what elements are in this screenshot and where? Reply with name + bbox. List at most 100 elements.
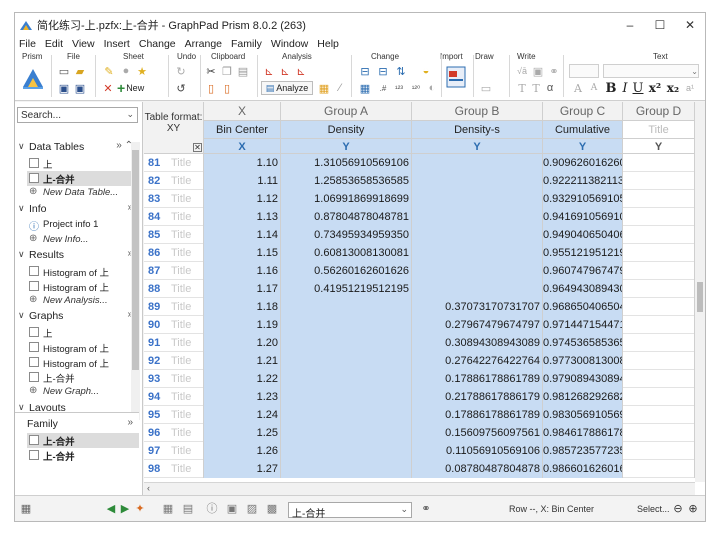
bold-icon[interactable]: B [605,81,617,96]
data-cell[interactable] [412,280,543,298]
transform-icon[interactable]: ▦ [357,81,373,95]
column-group-header[interactable]: Group C [543,102,623,120]
row-number[interactable]: 93 [144,370,168,388]
data-cell[interactable]: 1.18 [204,298,281,316]
row-number[interactable]: 95 [144,406,168,424]
draw-shape-icon[interactable]: ▭ [479,81,493,95]
section-family[interactable]: Family » [15,417,139,432]
row-title-cell[interactable]: Title [168,208,204,226]
font-name-box[interactable] [569,64,599,78]
search-input[interactable]: Search... ⌄ [17,107,138,123]
data-cell[interactable]: 1.16 [204,262,281,280]
data-cell[interactable] [412,154,543,172]
nav-item-graph[interactable]: 上-合并 [27,370,139,385]
font-grow-icon[interactable]: A [571,81,585,95]
menu-help[interactable]: Help [317,38,339,50]
nav-previous-icon[interactable]: ◀ [105,501,117,515]
row-number[interactable]: 92 [144,352,168,370]
data-cell[interactable]: 0.90962601626016 [543,154,623,172]
empty-cell[interactable] [623,442,695,460]
data-cell[interactable] [281,352,412,370]
link-icon[interactable]: ⚭ [419,501,433,515]
write-image-icon[interactable]: ▣ [531,64,545,78]
clipboard-icon[interactable]: ▯ [204,81,218,95]
view-graph-icon[interactable]: ▨ [245,501,259,515]
chevron-down-icon[interactable]: ∨ [18,310,25,321]
row-title-cell[interactable]: Title [168,442,204,460]
data-cell[interactable] [412,172,543,190]
row-title-cell[interactable]: Title [168,424,204,442]
open-folder-icon[interactable]: ▰ [73,64,87,78]
data-cell[interactable]: 0.08780487804878 [412,460,543,478]
data-cell[interactable]: 0.96865040650407 [543,298,623,316]
close-button[interactable]: ✕ [675,13,705,37]
data-cell[interactable]: 0.94169105691057 [543,208,623,226]
data-cell[interactable]: 0.97453658536585 [543,334,623,352]
row-title-cell[interactable]: Title [168,334,204,352]
row-title-cell[interactable]: Title [168,316,204,334]
nav-item-graph[interactable]: Histogram of 上 [27,340,139,355]
data-cell[interactable] [281,406,412,424]
data-cell[interactable] [281,424,412,442]
nav-item-results[interactable]: Histogram of 上 [27,279,139,294]
row-number[interactable]: 96 [144,424,168,442]
sort-numeric-icon[interactable]: ¹²³ [391,81,407,95]
row-title-cell[interactable]: Title [168,244,204,262]
save-icon[interactable]: ▣ [57,81,71,95]
insert-column-icon[interactable]: ⊟ [375,64,391,78]
data-cell[interactable]: 1.23 [204,388,281,406]
delete-sheet-icon[interactable]: ✕ [101,81,115,95]
data-cell[interactable]: 1.26 [204,442,281,460]
empty-cell[interactable] [623,406,695,424]
data-cell[interactable]: 1.17 [204,280,281,298]
minimize-button[interactable]: – [615,13,645,37]
view-grid-icon[interactable]: ▤ [181,501,195,515]
column-subheader[interactable]: X [204,138,281,154]
row-title-cell[interactable]: Title [168,370,204,388]
nav-item-graph[interactable]: Histogram of 上 [27,355,139,370]
close-small-icon[interactable]: ✕ [193,143,202,152]
data-cell[interactable]: 0.97730081300813 [543,352,623,370]
row-title-cell[interactable]: Title [168,154,204,172]
save-as-icon[interactable]: ▣ [73,81,87,95]
data-cell[interactable]: 0.56260162601626 [281,262,412,280]
chevron-down-icon[interactable]: ∨ [18,402,25,411]
section-graphs[interactable]: ∨ Graphs » [15,309,139,324]
row-title-cell[interactable]: Title [168,262,204,280]
analysis-graph2-icon[interactable]: ⊾ [278,64,292,78]
data-cell[interactable] [281,316,412,334]
row-title-cell[interactable]: Title [168,226,204,244]
row-number[interactable]: 90 [144,316,168,334]
row-title-cell[interactable]: Title [168,298,204,316]
row-number[interactable]: 94 [144,388,168,406]
section-data-tables[interactable]: ∨ Data Tables » ⌃ [15,140,139,155]
data-cell[interactable]: 1.22 [204,370,281,388]
nav-item-data-table[interactable]: 上 [27,156,139,171]
data-cell[interactable]: 1.10 [204,154,281,172]
sheet-view-icon[interactable]: ▦ [19,501,33,515]
text-color-icon[interactable]: ◐ [425,81,439,95]
menu-family[interactable]: Family [231,38,262,50]
data-cell[interactable] [281,388,412,406]
column-subheader[interactable]: Y [543,138,623,154]
column-subheader[interactable]: Y [412,138,543,154]
data-cell[interactable] [412,190,543,208]
data-cell[interactable]: 0.98461788617886 [543,424,623,442]
font-shrink-icon[interactable]: A [587,81,601,95]
grid-horizontal-scrollbar[interactable]: ‹ [144,482,695,495]
empty-cell[interactable] [623,262,695,280]
data-cell[interactable]: 0.11056910569106 [412,442,543,460]
data-cell[interactable]: 0.37073170731707 [412,298,543,316]
data-cell[interactable]: 1.12 [204,190,281,208]
view-info-icon[interactable]: ⓘ [205,501,219,515]
alpha-symbol-icon[interactable]: α [543,81,557,95]
data-cell[interactable]: 1.15 [204,244,281,262]
empty-cell[interactable] [623,370,695,388]
nav-item-graph[interactable]: 上 [27,325,139,340]
nav-item-data-table-selected[interactable]: 上-合并 [27,171,139,186]
column-group-header[interactable]: Group B [412,102,543,120]
empty-cell[interactable] [623,352,695,370]
data-cell[interactable] [412,226,543,244]
menu-view[interactable]: View [72,38,95,50]
empty-cell[interactable] [623,280,695,298]
